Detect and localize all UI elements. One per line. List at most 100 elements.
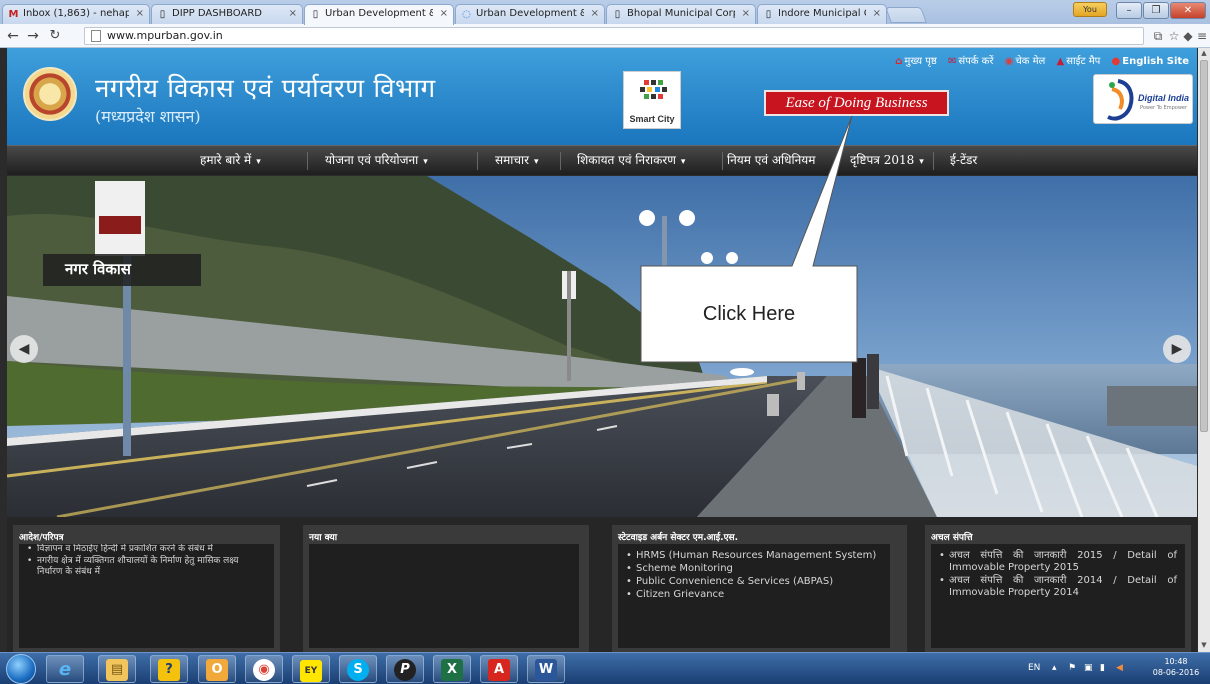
reload-icon[interactable]: ↻	[46, 27, 64, 45]
translate-icon[interactable]: ⧉	[1150, 28, 1166, 44]
close-tab-icon[interactable]: ×	[289, 8, 297, 19]
list-item[interactable]: विज्ञापन व मिठाईए हिन्दी में प्रकाशित कर…	[27, 544, 266, 555]
minimize-button[interactable]: –	[1116, 2, 1142, 19]
ease-of-doing-business-button[interactable]: Ease of Doing Business	[764, 90, 949, 116]
scroll-up-icon[interactable]: ▲	[1198, 49, 1210, 59]
statewide-urban-mis-panel: स्टेटवाइड अर्बन सेक्टर एम.आई.एस. HRMS (H…	[612, 525, 907, 652]
panel-title: अचल संपत्ति	[931, 533, 973, 543]
close-tab-icon[interactable]: ×	[591, 8, 599, 19]
check-mail-link[interactable]: ◉ चेक मेल	[1005, 56, 1046, 67]
nav-divider	[560, 152, 561, 170]
close-tab-icon[interactable]: ×	[136, 8, 144, 19]
tab-gmail[interactable]: M Inbox (1,863) - nehapand ×	[2, 4, 150, 24]
taskbar-help[interactable]: ?	[150, 655, 188, 683]
nav-rules-acts[interactable]: नियम एवं अधिनियम	[727, 146, 815, 176]
digital-india-logo[interactable]: Digital India Power To Empower	[1093, 74, 1193, 124]
taskbar-acrobat[interactable]: A	[480, 655, 518, 683]
tab-bhopal-municipal[interactable]: ▯ Bhopal Municipal Corpora ×	[606, 4, 756, 24]
taskbar-internet-explorer[interactable]: e	[46, 655, 84, 683]
maximize-button[interactable]: ❐	[1143, 2, 1169, 19]
taskbar-file-explorer[interactable]: ▤	[98, 655, 136, 683]
list-item[interactable]: अचल संपत्ति की जानकारी 2015 / Detail of …	[939, 550, 1177, 574]
show-hidden-icons-icon[interactable]: ▴	[1052, 663, 1057, 673]
system-clock[interactable]: 10:48 08-06-2016	[1152, 656, 1200, 678]
digital-india-tagline: Power To Empower	[1140, 105, 1188, 111]
chevron-down-icon: ▾	[919, 157, 924, 167]
browser-chrome: M Inbox (1,863) - nehapand × ▯ DIPP DASH…	[0, 0, 1210, 48]
whats-new-panel: नया क्या	[303, 525, 589, 652]
list-item[interactable]: Public Convenience & Services (ABPAS)	[626, 576, 882, 588]
close-tab-icon[interactable]: ×	[742, 8, 750, 19]
acrobat-icon: A	[488, 659, 510, 681]
contact-link[interactable]: ✉ संपर्क करें	[948, 56, 993, 67]
page-scrollbar[interactable]: ▲ ▼	[1198, 48, 1210, 652]
taskbar-outlook[interactable]: O	[198, 655, 236, 683]
back-arrow-icon[interactable]: ←	[4, 27, 22, 45]
address-bar[interactable]: www.mpurban.gov.in	[84, 27, 1144, 45]
user-profile-badge[interactable]: You	[1073, 2, 1107, 17]
taskbar-chrome[interactable]: ◉	[245, 655, 283, 683]
new-tab-button[interactable]	[885, 7, 927, 23]
taskbar-word[interactable]: W	[527, 655, 565, 683]
chrome-icon: ◉	[253, 659, 275, 681]
sitemap-link[interactable]: ▲ साईट मैप	[1057, 56, 1101, 67]
scroll-down-icon[interactable]: ▼	[1198, 641, 1210, 651]
hero-slider: नगर विकास ◀ ▶	[7, 176, 1197, 517]
action-center-flag-icon[interactable]: ⚑	[1068, 663, 1076, 673]
list-item[interactable]: Scheme Monitoring	[626, 563, 882, 575]
nav-news[interactable]: समाचार ▾	[495, 146, 539, 176]
list-item[interactable]: नगरीय क्षेत्र में व्यक्तिगत शौचालयों के …	[27, 556, 266, 578]
menu-icon[interactable]: ≡	[1194, 28, 1210, 44]
close-tab-icon[interactable]: ×	[440, 8, 448, 19]
tab-urban-development-2[interactable]: ◌ Urban Development & En ×	[455, 4, 605, 24]
nav-about-us[interactable]: हमारे बारे में ▾	[200, 146, 261, 176]
clock-date: 08-06-2016	[1152, 668, 1200, 677]
tab-strip: M Inbox (1,863) - nehapand × ▯ DIPP DASH…	[0, 0, 1210, 25]
arrow-right-icon: ▶	[1171, 341, 1183, 357]
page-icon: ▯	[614, 9, 621, 20]
list-item[interactable]: Citizen Grievance	[626, 589, 882, 601]
slider-prev-button[interactable]: ◀	[10, 335, 38, 363]
nav-e-tender[interactable]: ई-टेंडर	[950, 146, 977, 176]
top-links: ⌂ मुख्य पृष्ठ ✉ संपर्क करें ◉ चेक मेल ▲ साईट…	[887, 53, 1189, 67]
windows-taskbar: e ▤ ? O ◉ EY S P X A W EN ▴ ⚑ ▣ ▮ ◀ 10:4…	[0, 652, 1210, 684]
slider-next-button[interactable]: ▶	[1163, 335, 1191, 363]
taskbar-ey-discover[interactable]: EY	[292, 655, 330, 683]
list-item[interactable]: अचल संपत्ति की जानकारी 2014 / Detail of …	[939, 575, 1177, 599]
taskbar-excel[interactable]: X	[433, 655, 471, 683]
taskbar-p-app[interactable]: P	[386, 655, 424, 683]
device-icon[interactable]: ▣	[1084, 663, 1093, 673]
clock-time: 10:48	[1164, 657, 1188, 666]
p-app-icon: P	[394, 659, 416, 681]
smart-city-logo[interactable]: Smart City	[623, 71, 681, 129]
nav-schemes-projects[interactable]: योजना एवं परियोजना ▾	[325, 146, 428, 176]
info-panels: आदेश/परिपत्र विज्ञापन व मिठाईए हिन्दी मे…	[7, 517, 1197, 652]
english-site-link[interactable]: ● English Site	[1112, 56, 1189, 67]
scrollbar-thumb[interactable]	[1200, 60, 1208, 432]
hero-image	[7, 176, 1197, 517]
nav-vision-2018[interactable]: दृष्टिपत्र 2018 ▾	[850, 146, 924, 176]
help-icon: ?	[158, 659, 180, 681]
volume-icon[interactable]: ◀	[1116, 663, 1123, 673]
home-link[interactable]: ⌂ मुख्य पृष्ठ	[895, 56, 937, 67]
close-window-button[interactable]: ✕	[1170, 2, 1206, 19]
nav-complaints-redressal[interactable]: शिकायत एवं निराकरण ▾	[577, 146, 685, 176]
taskbar-skype[interactable]: S	[339, 655, 377, 683]
nav-divider	[933, 152, 934, 170]
forward-arrow-icon[interactable]: →	[24, 27, 42, 45]
network-signal-icon[interactable]: ▮	[1100, 663, 1105, 673]
start-button[interactable]	[6, 654, 36, 684]
close-tab-icon[interactable]: ×	[873, 8, 881, 19]
tab-indore-municipal[interactable]: ▯ Indore Municipal Corpora ×	[757, 4, 887, 24]
loading-icon: ◌	[462, 9, 471, 20]
tab-label: Urban Development & En	[476, 8, 584, 19]
tab-urban-development-active[interactable]: ▯ Urban Development & En ×	[304, 4, 454, 25]
excel-icon: X	[441, 659, 463, 681]
tab-label: Bhopal Municipal Corpora	[627, 8, 735, 19]
nav-divider	[722, 152, 723, 170]
list-item[interactable]: HRMS (Human Resources Management System)	[626, 550, 882, 562]
language-indicator[interactable]: EN	[1028, 663, 1040, 673]
immovable-property-panel: अचल संपत्ति अचल संपत्ति की जानकारी 2015 …	[925, 525, 1191, 652]
department-title: नगरीय विकास एवं पर्यावरण विभाग	[95, 74, 436, 104]
tab-dipp-dashboard[interactable]: ▯ DIPP DASHBOARD ×	[151, 4, 303, 24]
